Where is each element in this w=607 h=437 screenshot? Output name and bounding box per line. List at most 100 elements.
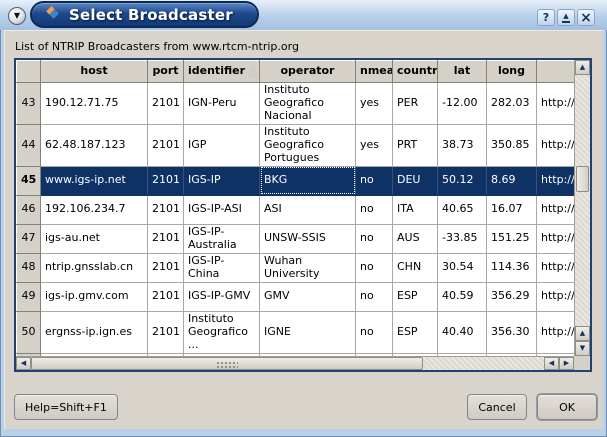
cell-nmea[interactable]: yes	[356, 83, 393, 125]
cell-operator[interactable]: ASI	[260, 195, 356, 224]
cell-num[interactable]: 43	[17, 83, 41, 125]
table-row[interactable]: 4462.48.187.1232101IGPInstituto Geografi…	[17, 124, 575, 166]
column-header-nmea[interactable]: nmea	[356, 61, 393, 83]
cell-operator[interactable]: IGNE	[260, 311, 356, 353]
vertical-scrollbar[interactable]: ▲ ▲ ▼	[574, 60, 590, 356]
cell-host[interactable]: 62.48.187.123	[41, 124, 148, 166]
cell-host[interactable]: igs-ip.gmv.com	[41, 282, 148, 311]
cell-num[interactable]: 50	[17, 311, 41, 353]
cell-num[interactable]: 49	[17, 282, 41, 311]
scroll-left-button-secondary[interactable]: ◀	[544, 357, 559, 370]
cell-long[interactable]: 350.85	[487, 124, 537, 166]
cell-num[interactable]: 46	[17, 195, 41, 224]
cell-num[interactable]: 44	[17, 124, 41, 166]
cell-identifier[interactable]: IGS-IP-GMV	[184, 282, 260, 311]
cell-country[interactable]: ESP	[393, 282, 438, 311]
cell-identifier[interactable]: IGP	[184, 124, 260, 166]
cell-identifier[interactable]: IGS-IP	[184, 166, 260, 195]
cell-url[interactable]: http://w	[537, 311, 575, 353]
cell-country[interactable]: DEU	[393, 166, 438, 195]
cell-host[interactable]: ntrip.gnsslab.cn	[41, 253, 148, 282]
table-row[interactable]: 45www.igs-ip.net2101IGS-IPBKGnoDEU50.128…	[17, 166, 575, 195]
cell-port[interactable]: 2101	[148, 282, 184, 311]
cell-port[interactable]: 2101	[148, 166, 184, 195]
cell-country[interactable]: CHN	[393, 253, 438, 282]
cell-country[interactable]: ITA	[393, 195, 438, 224]
scroll-up-button-secondary[interactable]: ▲	[575, 326, 590, 341]
cell-operator[interactable]: Instituto Geografico Portugues	[260, 124, 356, 166]
cell-nmea[interactable]: no	[356, 253, 393, 282]
cell-lat[interactable]: -33.85	[438, 224, 487, 253]
table-row[interactable]: 46192.106.234.72101IGS-IP-ASIASInoITA40.…	[17, 195, 575, 224]
table-row[interactable]: 48ntrip.gnsslab.cn2101IGS-IP-ChinaWuhan …	[17, 253, 575, 282]
cell-lat[interactable]: -12.00	[438, 83, 487, 125]
cell-long[interactable]: 114.36	[487, 253, 537, 282]
cell-host[interactable]: 192.106.234.7	[41, 195, 148, 224]
cell-nmea[interactable]: yes	[356, 124, 393, 166]
cell-country[interactable]: ESP	[393, 311, 438, 353]
cell-long[interactable]: 151.25	[487, 224, 537, 253]
column-header-long[interactable]: long	[487, 61, 537, 83]
vertical-scroll-thumb[interactable]	[576, 166, 589, 192]
cell-url[interactable]: http://w	[537, 195, 575, 224]
cell-identifier[interactable]: IGN-Peru	[184, 83, 260, 125]
cell-operator[interactable]: BKG	[260, 166, 356, 195]
cell-long[interactable]: 8.69	[487, 166, 537, 195]
cell-long[interactable]: 356.30	[487, 311, 537, 353]
titlebar[interactable]: ▼ Select Broadcaster ? ▲ ×	[0, 0, 607, 30]
cell-port[interactable]: 2101	[148, 224, 184, 253]
cell-lat[interactable]: 40.65	[438, 195, 487, 224]
column-header-country[interactable]: country	[393, 61, 438, 83]
column-header-port[interactable]: port	[148, 61, 184, 83]
window-help-button[interactable]: ?	[537, 9, 555, 26]
cell-num[interactable]: 45	[17, 166, 41, 195]
cell-url[interactable]: http://w ip.net/	[537, 166, 575, 195]
cell-identifier[interactable]: IGS-IP-ASI	[184, 195, 260, 224]
cell-lat[interactable]: 40.40	[438, 311, 487, 353]
cell-port[interactable]: 2101	[148, 253, 184, 282]
cell-num[interactable]: 47	[17, 224, 41, 253]
cell-long[interactable]: 356.29	[487, 282, 537, 311]
table-row[interactable]: 43190.12.71.752101IGN-PeruInstituto Geog…	[17, 83, 575, 125]
scroll-right-button[interactable]: ▶	[559, 357, 574, 370]
cell-nmea[interactable]: no	[356, 311, 393, 353]
cell-host[interactable]: www.igs-ip.net	[41, 166, 148, 195]
window-shade-button[interactable]: ▲	[557, 9, 575, 26]
cell-url[interactable]: http://i	[537, 83, 575, 125]
cell-identifier[interactable]: IGS-IP-China	[184, 253, 260, 282]
help-button[interactable]: Help=Shift+F1	[14, 394, 118, 420]
cell-identifier[interactable]: Instituto Geografico ...	[184, 311, 260, 353]
column-header-identifier[interactable]: identifier△	[184, 61, 260, 83]
table-row[interactable]: 49igs-ip.gmv.com2101IGS-IP-GMVGMVnoESP40…	[17, 282, 575, 311]
cell-lat[interactable]: 40.59	[438, 282, 487, 311]
cell-url[interactable]: http://r	[537, 253, 575, 282]
cell-identifier[interactable]: IGS-IP-Australia	[184, 224, 260, 253]
cell-long[interactable]: 282.03	[487, 83, 537, 125]
cell-country[interactable]: AUS	[393, 224, 438, 253]
horizontal-scroll-thumb[interactable]	[31, 357, 423, 370]
cell-country[interactable]: PER	[393, 83, 438, 125]
cell-url[interactable]: http://r	[537, 282, 575, 311]
cell-lat[interactable]: 30.54	[438, 253, 487, 282]
scroll-up-button[interactable]: ▲	[575, 60, 590, 75]
cell-num[interactable]: 48	[17, 253, 41, 282]
cell-url[interactable]: http://w	[537, 124, 575, 166]
table-row[interactable]: 47igs-au.net2101IGS-IP-AustraliaUNSW-SSI…	[17, 224, 575, 253]
ok-button[interactable]: OK	[537, 394, 597, 420]
cell-nmea[interactable]: no	[356, 166, 393, 195]
column-header-operator[interactable]: operator	[260, 61, 356, 83]
cell-nmea[interactable]: no	[356, 282, 393, 311]
table-row[interactable]: 50ergnss-ip.ign.es2101Instituto Geografi…	[17, 311, 575, 353]
cell-port[interactable]: 2101	[148, 124, 184, 166]
cell-host[interactable]: ergnss-ip.ign.es	[41, 311, 148, 353]
window-close-button[interactable]: ×	[577, 9, 595, 26]
cell-host[interactable]: 190.12.71.75	[41, 83, 148, 125]
cell-operator[interactable]: GMV	[260, 282, 356, 311]
cell-long[interactable]: 16.07	[487, 195, 537, 224]
cell-host[interactable]: igs-au.net	[41, 224, 148, 253]
cell-port[interactable]: 2101	[148, 195, 184, 224]
scroll-down-button[interactable]: ▼	[575, 341, 590, 356]
column-header-lat[interactable]: lat	[438, 61, 487, 83]
scroll-left-button[interactable]: ◀	[16, 357, 31, 370]
cell-url[interactable]: http://w	[537, 224, 575, 253]
